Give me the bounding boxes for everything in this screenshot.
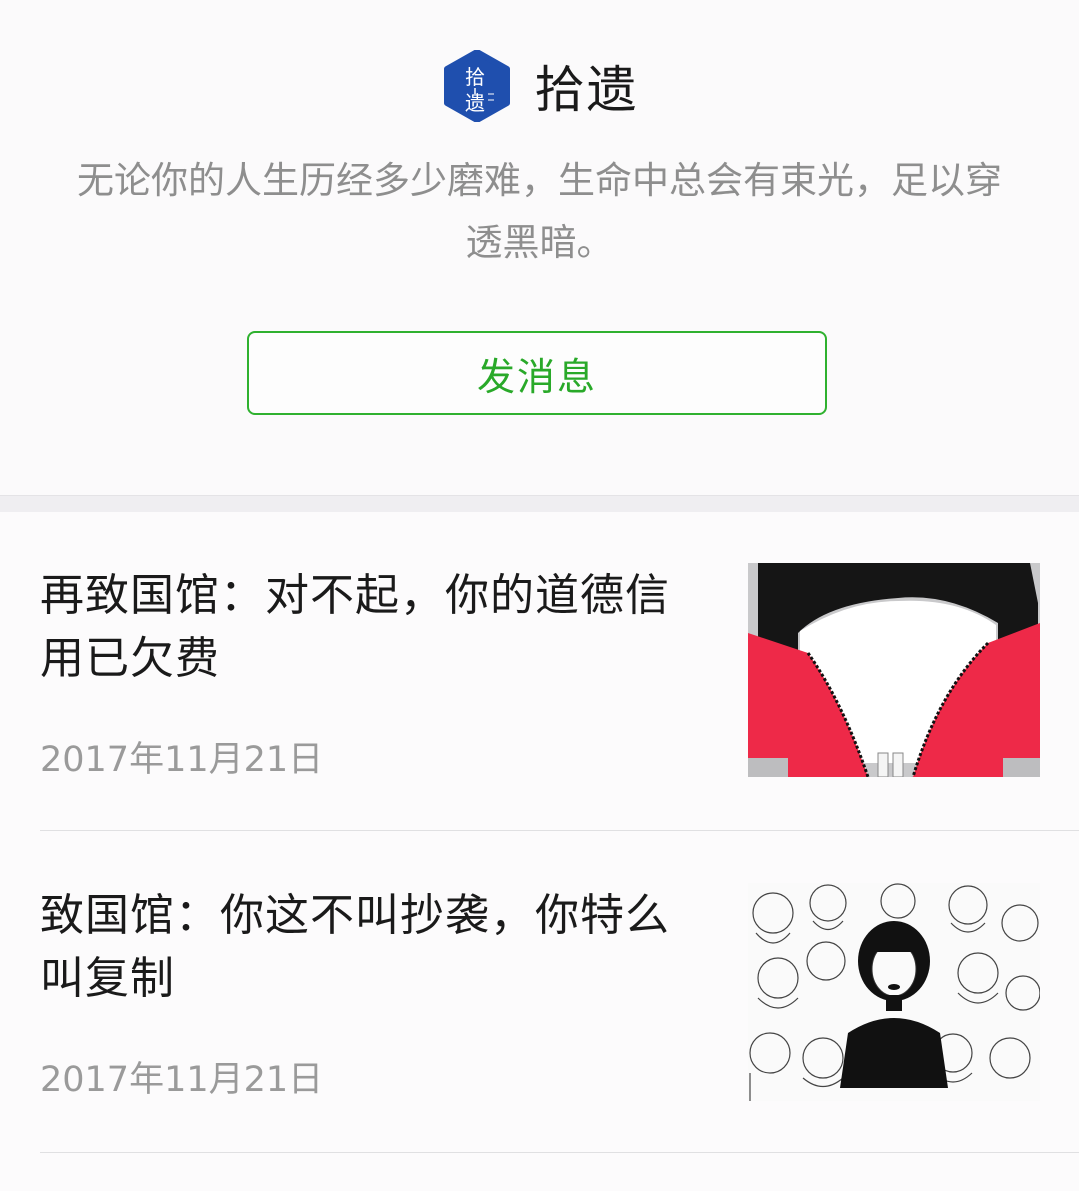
- logo-char-bottom: 遗: [465, 91, 485, 115]
- list-separator: [40, 1152, 1079, 1153]
- article-item[interactable]: 再致国馆：对不起，你的道德信用已欠费 2017年11月21日: [0, 511, 1079, 831]
- article-thumbnail[interactable]: [748, 563, 1040, 777]
- account-name: 拾遗: [534, 61, 639, 119]
- send-message-button[interactable]: 发消息: [247, 331, 827, 415]
- article-item[interactable]: 致国馆：你这不叫抄袭，你特么叫复制 2017年11月21日: [0, 831, 1079, 1151]
- account-brand: 拾 遗 拾遗: [0, 50, 1079, 122]
- article-date: 2017年11月21日: [40, 1060, 324, 1100]
- account-bio: 无论你的人生历经多少磨难，生命中总会有束光，足以穿透黑暗。: [77, 159, 1002, 264]
- crowd-illustration: [748, 883, 1040, 1101]
- profile-header: 拾 遗 拾遗 无论你的人生历经多少磨难，生命中总会有束光，足以穿透黑暗。 发消息: [0, 0, 1079, 495]
- account-profile-page: 拾 遗 拾遗 无论你的人生历经多少磨难，生命中总会有束光，足以穿透黑暗。 发消息…: [0, 0, 1079, 1191]
- logo-char-top: 拾: [465, 65, 485, 89]
- account-logo-icon[interactable]: 拾 遗: [441, 50, 513, 122]
- article-date: 2017年11月21日: [40, 740, 324, 780]
- article-title[interactable]: 致国馆：你这不叫抄袭，你特么叫复制: [40, 884, 710, 1010]
- article-title[interactable]: 再致国馆：对不起，你的道德信用已欠费: [40, 564, 710, 690]
- section-divider: [0, 495, 1079, 512]
- red-collar-illustration: [748, 563, 1040, 777]
- article-thumbnail[interactable]: [748, 883, 1040, 1101]
